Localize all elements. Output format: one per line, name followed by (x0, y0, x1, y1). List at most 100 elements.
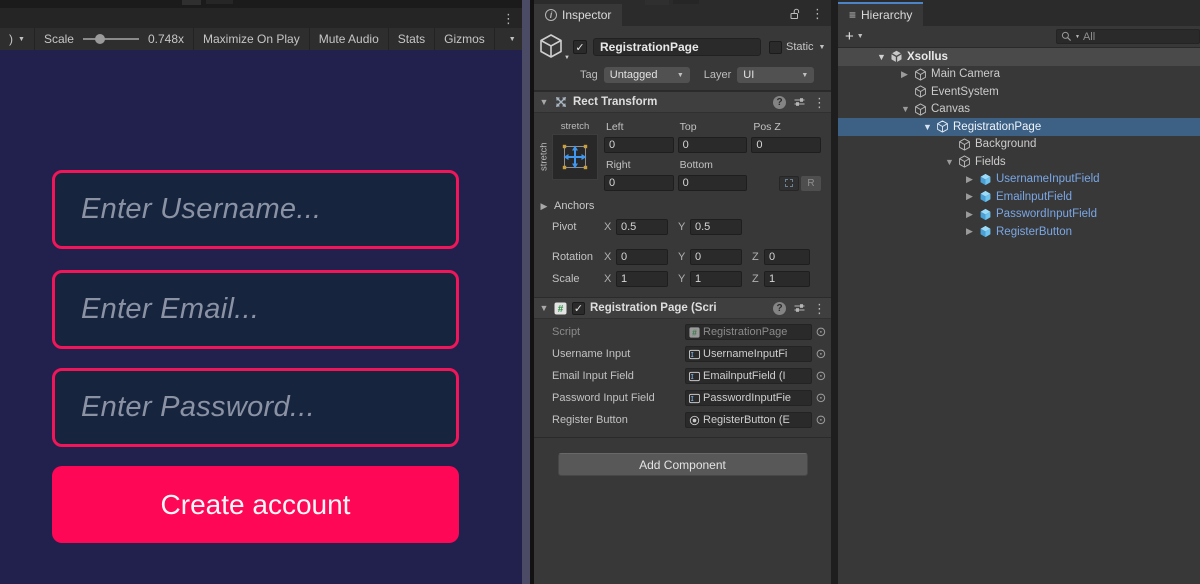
foldout-expanded-icon[interactable]: ▼ (901, 104, 914, 114)
maximize-on-play-button[interactable]: Maximize On Play (194, 28, 310, 50)
email-object-field[interactable]: EmailnputField (I (685, 368, 812, 384)
gameobject-icon-button[interactable]: ▼ (538, 33, 570, 61)
foldout-expanded-icon[interactable]: ▼ (877, 52, 890, 62)
button-icon (689, 415, 700, 426)
display-dropdown[interactable]: ) ▼ (0, 28, 35, 50)
tree-row-passwordinputfield[interactable]: ▶ PasswordInputField (838, 206, 1200, 224)
object-picker-icon[interactable]: ⊙ (814, 412, 828, 428)
foldout-collapsed-icon[interactable]: ▶ (966, 226, 979, 237)
chevron-down-icon: ▼ (564, 55, 570, 61)
scale-y-field[interactable]: 1 (690, 271, 742, 287)
active-checkbox[interactable]: ✓ (573, 40, 587, 54)
object-picker-icon[interactable]: ⊙ (814, 368, 828, 384)
rotation-z-field[interactable]: 0 (764, 249, 810, 265)
tree-row-background[interactable]: Background (838, 136, 1200, 154)
rect-transform-header[interactable]: ▼ Rect Transform ? ⋮ (534, 91, 831, 113)
help-icon[interactable]: ? (773, 302, 786, 315)
tab-hierarchy[interactable]: ≡ Hierarchy (838, 2, 923, 26)
unlock-icon[interactable] (790, 8, 801, 20)
scale-z-field[interactable]: 1 (764, 271, 810, 287)
foldout-expanded-icon[interactable]: ▼ (945, 157, 958, 167)
chevron-down-icon[interactable]: ▼ (857, 33, 864, 40)
username-object-field[interactable]: UsernameInputFi (685, 346, 812, 362)
foldout-expanded-icon[interactable]: ▼ (539, 303, 549, 313)
tab-inspector[interactable]: i Inspector (534, 4, 622, 26)
foldout-expanded-icon[interactable]: ▼ (539, 97, 549, 107)
rect-transform-title: Rect Transform (573, 96, 768, 108)
static-checkbox[interactable] (769, 41, 782, 54)
component-menu-kebab-icon[interactable]: ⋮ (813, 302, 826, 315)
tree-row-emailnputfield[interactable]: ▶ EmailnputField (838, 188, 1200, 206)
pivot-x-field[interactable]: 0.5 (616, 219, 668, 235)
component-enabled-checkbox[interactable]: ✓ (572, 302, 585, 315)
object-picker-icon[interactable]: ⊙ (814, 324, 828, 340)
scale-x-field[interactable]: 1 (616, 271, 668, 287)
username-input[interactable]: Enter Username... (52, 170, 459, 249)
tree-row-main-camera[interactable]: ▶ Main Camera (838, 66, 1200, 84)
top-field[interactable]: 0 (678, 137, 748, 153)
tab-remnant (206, 0, 233, 4)
pivot-y-field[interactable]: 0.5 (690, 219, 742, 235)
item-label: Main Camera (930, 68, 1000, 80)
anchor-preset-widget[interactable] (552, 134, 598, 180)
register-button-object-field[interactable]: RegisterButton (E (685, 412, 812, 428)
left-field[interactable]: 0 (604, 137, 674, 153)
foldout-collapsed-icon[interactable]: ▶ (966, 174, 979, 185)
create-plus-button[interactable]: + (845, 28, 854, 45)
presets-icon[interactable] (794, 97, 805, 107)
layer-dropdown[interactable]: UI ▼ (737, 67, 814, 83)
object-picker-icon[interactable]: ⊙ (814, 346, 828, 362)
stats-button[interactable]: Stats (389, 28, 435, 50)
right-field[interactable]: 0 (604, 175, 674, 191)
script-object-field[interactable]: # RegistrationPage (685, 324, 812, 340)
inspector-menu-kebab-icon[interactable]: ⋮ (811, 7, 824, 20)
help-icon[interactable]: ? (773, 96, 786, 109)
tag-dropdown[interactable]: Untagged ▼ (604, 67, 690, 83)
tree-row-canvas[interactable]: ▼ Canvas (838, 101, 1200, 119)
foldout-expanded-icon[interactable]: ▼ (923, 122, 936, 132)
rotation-y-field[interactable]: 0 (690, 249, 742, 265)
mute-audio-button[interactable]: Mute Audio (310, 28, 389, 50)
email-input[interactable]: Enter Email... (52, 270, 459, 349)
tree-row-usernameinputfield[interactable]: ▶ UsernameInputField (838, 171, 1200, 189)
foldout-collapsed-icon[interactable]: ▶ (966, 209, 979, 220)
game-menu-kebab-icon[interactable]: ⋮ (502, 12, 515, 25)
password-input[interactable]: Enter Password... (52, 368, 459, 447)
chevron-down-icon: ▼ (1075, 34, 1080, 40)
posz-field[interactable]: 0 (751, 137, 821, 153)
raw-edit-button[interactable]: R (801, 176, 821, 191)
tree-row-fields[interactable]: ▼ Fields (838, 153, 1200, 171)
hierarchy-search-input[interactable]: ▼ All (1056, 29, 1200, 44)
stretch-label-vertical: stretch (536, 134, 552, 180)
create-account-button[interactable]: Create account (52, 466, 459, 543)
gizmos-dropdown[interactable]: Gizmos (435, 28, 495, 50)
scene-row[interactable]: ▼ Xsollus (838, 48, 1200, 66)
top-label: Top (678, 121, 748, 134)
script-component-header[interactable]: ▼ # ✓ Registration Page (Scri ? ⋮ (534, 297, 831, 319)
search-placeholder: All (1083, 31, 1095, 43)
tab-remnant (673, 0, 699, 4)
tree-row-registrationpage-selected[interactable]: ▼ RegistrationPage (838, 118, 1200, 136)
add-component-button[interactable]: Add Component (558, 453, 808, 476)
foldout-collapsed-icon[interactable]: ▶ (539, 201, 549, 212)
gameobject-name-field[interactable]: RegistrationPage (593, 38, 761, 56)
game-view-scrollbar[interactable] (522, 0, 530, 584)
scale-slider[interactable] (83, 38, 139, 40)
component-menu-kebab-icon[interactable]: ⋮ (813, 96, 826, 109)
tree-row-eventsystem[interactable]: EventSystem (838, 83, 1200, 101)
email-input-row: Email Input Field EmailnputField (I ⊙ (534, 365, 831, 387)
scale-slider-knob[interactable] (95, 34, 105, 44)
panel-divider[interactable] (831, 0, 838, 584)
foldout-collapsed-icon[interactable]: ▶ (966, 191, 979, 202)
chevron-down-icon[interactable]: ▼ (819, 44, 826, 51)
inputfield-icon (689, 393, 700, 404)
object-value: RegisterButton (E (703, 414, 808, 426)
bottom-field[interactable]: 0 (678, 175, 748, 191)
foldout-collapsed-icon[interactable]: ▶ (901, 69, 914, 80)
password-object-field[interactable]: PasswordInputFie (685, 390, 812, 406)
blueprint-mode-button[interactable] (779, 176, 799, 191)
tree-row-registerbutton[interactable]: ▶ RegisterButton (838, 223, 1200, 241)
object-picker-icon[interactable]: ⊙ (814, 390, 828, 406)
presets-icon[interactable] (794, 303, 805, 313)
rotation-x-field[interactable]: 0 (616, 249, 668, 265)
